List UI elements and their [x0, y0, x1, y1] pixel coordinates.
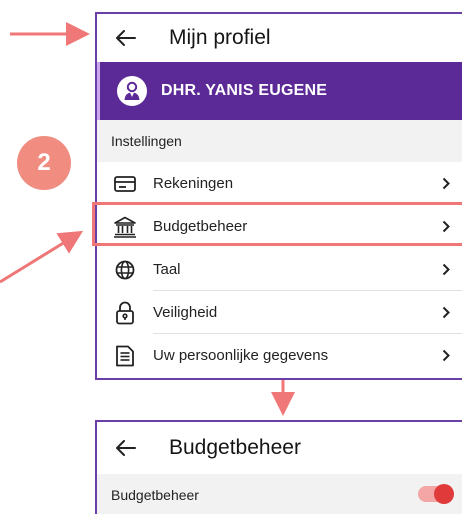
menu-item-label: Rekeningen: [153, 175, 234, 192]
budget-header: Budgetbeheer: [97, 422, 462, 474]
budget-toggle[interactable]: [418, 484, 454, 504]
section-label: Instellingen: [97, 120, 462, 162]
user-name: DHR. YANIS EUGENE: [161, 82, 328, 99]
arrow-left-icon: [116, 440, 136, 456]
page-title: Mijn profiel: [169, 26, 271, 49]
chevron-right-icon: [442, 263, 450, 276]
menu-item-label: Veiligheid: [153, 304, 218, 321]
budget-setting-row: Budgetbeheer: [97, 474, 462, 514]
chevron-right-icon: [442, 306, 450, 319]
user-bar: DHR. YANIS EUGENE: [97, 62, 462, 120]
budget-screen: Budgetbeheer Budgetbeheer: [95, 420, 462, 514]
document-icon: [116, 345, 134, 366]
menu-item-persoonlijke-gegevens[interactable]: Uw persoonlijke gegevens: [97, 334, 462, 377]
menu-item-rekeningen[interactable]: Rekeningen: [97, 162, 462, 205]
lock-icon: [116, 301, 134, 324]
chevron-right-icon: [442, 220, 450, 233]
profile-header: Mijn profiel: [97, 14, 462, 62]
menu-item-taal[interactable]: Taal: [97, 248, 462, 291]
menu-item-label: Taal: [153, 261, 181, 278]
user-icon: [124, 81, 140, 100]
globe-icon: [115, 260, 135, 279]
chevron-right-icon: [442, 349, 450, 362]
toggle-knob: [434, 484, 454, 504]
setting-label: Budgetbeheer: [111, 487, 199, 503]
menu-item-veiligheid[interactable]: Veiligheid: [97, 291, 462, 334]
chevron-right-icon: [442, 177, 450, 190]
page-title: Budgetbeheer: [169, 436, 301, 459]
arrow-to-budget-item: [0, 230, 84, 284]
menu-item-label: Budgetbeheer: [153, 218, 248, 235]
menu-item-label: Uw persoonlijke gegevens: [153, 347, 329, 364]
card-icon: [114, 175, 136, 192]
menu-item-budgetbeheer[interactable]: Budgetbeheer: [97, 205, 462, 248]
profile-screen: Mijn profiel DHR. YANIS EUGENE Instellin…: [95, 12, 462, 380]
arrow-left-icon: [116, 30, 136, 46]
back-button[interactable]: [97, 440, 155, 456]
avatar: [117, 76, 147, 106]
step-badge: 2: [17, 136, 71, 190]
bank-icon: [114, 216, 136, 238]
back-button[interactable]: [97, 30, 155, 46]
